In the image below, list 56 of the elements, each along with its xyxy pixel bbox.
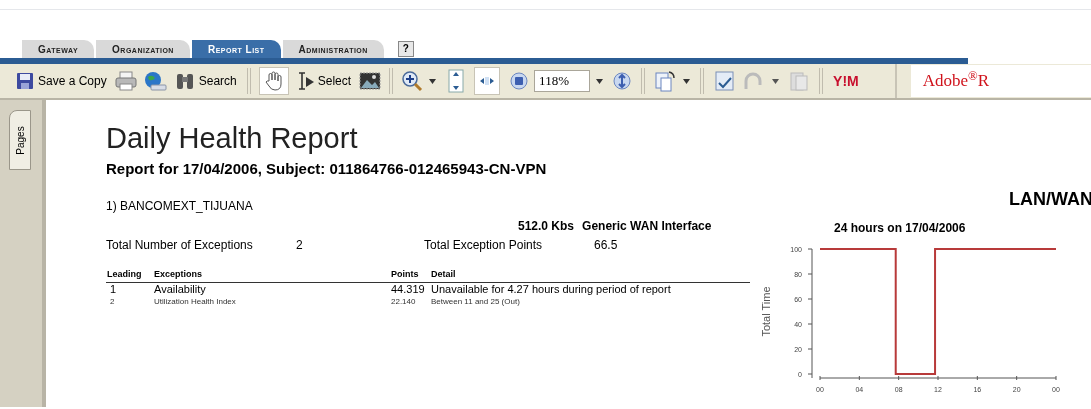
interface-name: Generic WAN Interface: [582, 217, 712, 235]
section-heading: LAN/WAN: [1009, 188, 1091, 211]
zoom-in-icon[interactable]: [401, 70, 424, 92]
next-circle-icon[interactable]: [613, 72, 632, 90]
chart-title: 24 hours on 17/04/2006: [834, 220, 967, 237]
fit-page-icon[interactable]: [448, 69, 465, 93]
clipboard-icon[interactable]: [789, 70, 810, 92]
column-header: Exceptions: [154, 267, 203, 281]
table-cell-text: 44.319: [391, 283, 426, 296]
column-header: Leading: [106, 267, 143, 281]
caret-icon[interactable]: [772, 77, 780, 85]
spell-check-icon[interactable]: [714, 70, 737, 92]
tab[interactable]: Administration: [282, 40, 384, 58]
axis-label: Total Time: [760, 286, 772, 337]
exceptions-value: 2: [296, 236, 304, 254]
table-cell-text: Availability: [154, 283, 207, 296]
fit-width-button[interactable]: [474, 67, 501, 95]
report-subtitle: Report for 17/04/2006, Subject: 011864766-012465943-CN-VPN: [106, 159, 548, 179]
points-label: Total Exception Points: [424, 236, 544, 254]
tab[interactable]: Gateway: [22, 40, 95, 58]
fit-width-icon: [479, 74, 496, 88]
exceptions-label: Total Number of Exceptions: [106, 236, 254, 254]
section-heading: 1) BANCOMEXT_TIJUANA: [106, 197, 254, 215]
search-button[interactable]: Search: [172, 68, 239, 94]
table-cell: Unavailable for 4.27 hours during period of report: [431, 283, 671, 296]
report-title: Daily Health Report: [106, 122, 359, 154]
caret-icon[interactable]: [683, 77, 691, 85]
tab[interactable]: Organization: [96, 40, 190, 58]
rotate-page-icon[interactable]: [655, 70, 678, 92]
caret-icon[interactable]: [596, 77, 604, 85]
points-value: 66.5: [594, 236, 618, 254]
column-header: Points: [391, 267, 420, 281]
snapshot-icon[interactable]: [359, 71, 382, 91]
tab[interactable]: Report List: [191, 40, 281, 58]
caret-icon[interactable]: [429, 77, 437, 85]
table-cell: Between 11 and 25 (Out): [431, 296, 520, 307]
text-cursor-icon: [296, 71, 315, 91]
select-tool-button[interactable]: Select: [294, 68, 354, 94]
messenger-logo[interactable]: Y!M: [833, 70, 859, 92]
globe-icon[interactable]: [142, 71, 167, 91]
hand-icon: [264, 71, 283, 91]
bandwidth-value: 512.0 Kbs: [518, 217, 575, 235]
pages-tab[interactable]: Pages: [9, 110, 31, 170]
column-header: Detail: [431, 267, 456, 281]
save-copy-button[interactable]: Save a Copy: [14, 68, 109, 94]
table-cell-text: 2: [109, 296, 116, 307]
hand-tool-button[interactable]: [258, 67, 289, 95]
table-cell-text: 1: [109, 283, 118, 296]
table-cell-text: Utilization Health Index: [154, 296, 237, 307]
help-button[interactable]: ?: [397, 41, 414, 57]
table-cell-text: 22.140: [391, 296, 417, 307]
previous-circle-icon[interactable]: [510, 72, 529, 90]
binoculars-icon: [174, 72, 195, 90]
adobe-logo: Adobe$^{®}$R: [922, 68, 990, 93]
zoom-field[interactable]: 118%: [534, 70, 591, 92]
printer-icon[interactable]: [114, 71, 137, 91]
